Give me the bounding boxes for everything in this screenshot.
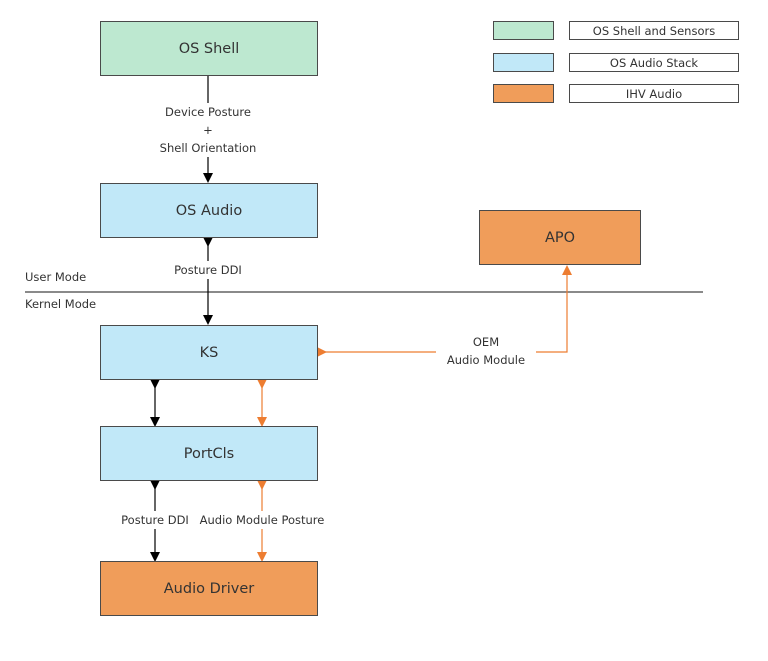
edge-label-device-posture-line1: Device Posture	[165, 105, 251, 119]
edge-label-audio-module-posture: Audio Module Posture	[198, 511, 326, 529]
edge-label-oem-line2: Audio Module	[446, 353, 526, 367]
node-os-audio-label: OS Audio	[175, 202, 243, 219]
edge-label-device-posture: Device Posture + Shell Orientation	[148, 103, 268, 157]
node-apo: APO	[479, 210, 641, 265]
user-mode-label: User Mode	[25, 270, 87, 284]
legend-label-os-shell: OS Shell and Sensors	[569, 21, 739, 40]
legend-label-os-audio-stack: OS Audio Stack	[569, 53, 739, 72]
node-os-audio: OS Audio	[100, 183, 318, 238]
edge-label-oem-line1: OEM	[472, 335, 500, 349]
node-apo-label: APO	[544, 229, 576, 246]
kernel-mode-label: Kernel Mode	[25, 297, 97, 311]
node-audio-driver-label: Audio Driver	[163, 580, 255, 597]
edge-label-device-posture-line2: +	[203, 123, 213, 137]
legend-label-ihv-audio: IHV Audio	[569, 84, 739, 103]
edge-label-device-posture-line3: Shell Orientation	[159, 141, 257, 155]
node-os-shell-label: OS Shell	[178, 40, 240, 57]
node-os-shell: OS Shell	[100, 21, 318, 76]
edge-label-oem-audio-module: OEM Audio Module	[436, 333, 536, 369]
node-portcls-label: PortCls	[183, 445, 235, 462]
node-audio-driver: Audio Driver	[100, 561, 318, 616]
legend-swatch-os-audio-stack	[493, 53, 554, 72]
node-ks-label: KS	[199, 344, 219, 361]
node-portcls: PortCls	[100, 426, 318, 481]
edge-label-posture-ddi-top: Posture DDI	[168, 261, 248, 279]
edge-label-posture-ddi-bottom: Posture DDI	[118, 511, 192, 529]
node-ks: KS	[100, 325, 318, 380]
legend-swatch-ihv-audio	[493, 84, 554, 103]
legend-swatch-os-shell	[493, 21, 554, 40]
